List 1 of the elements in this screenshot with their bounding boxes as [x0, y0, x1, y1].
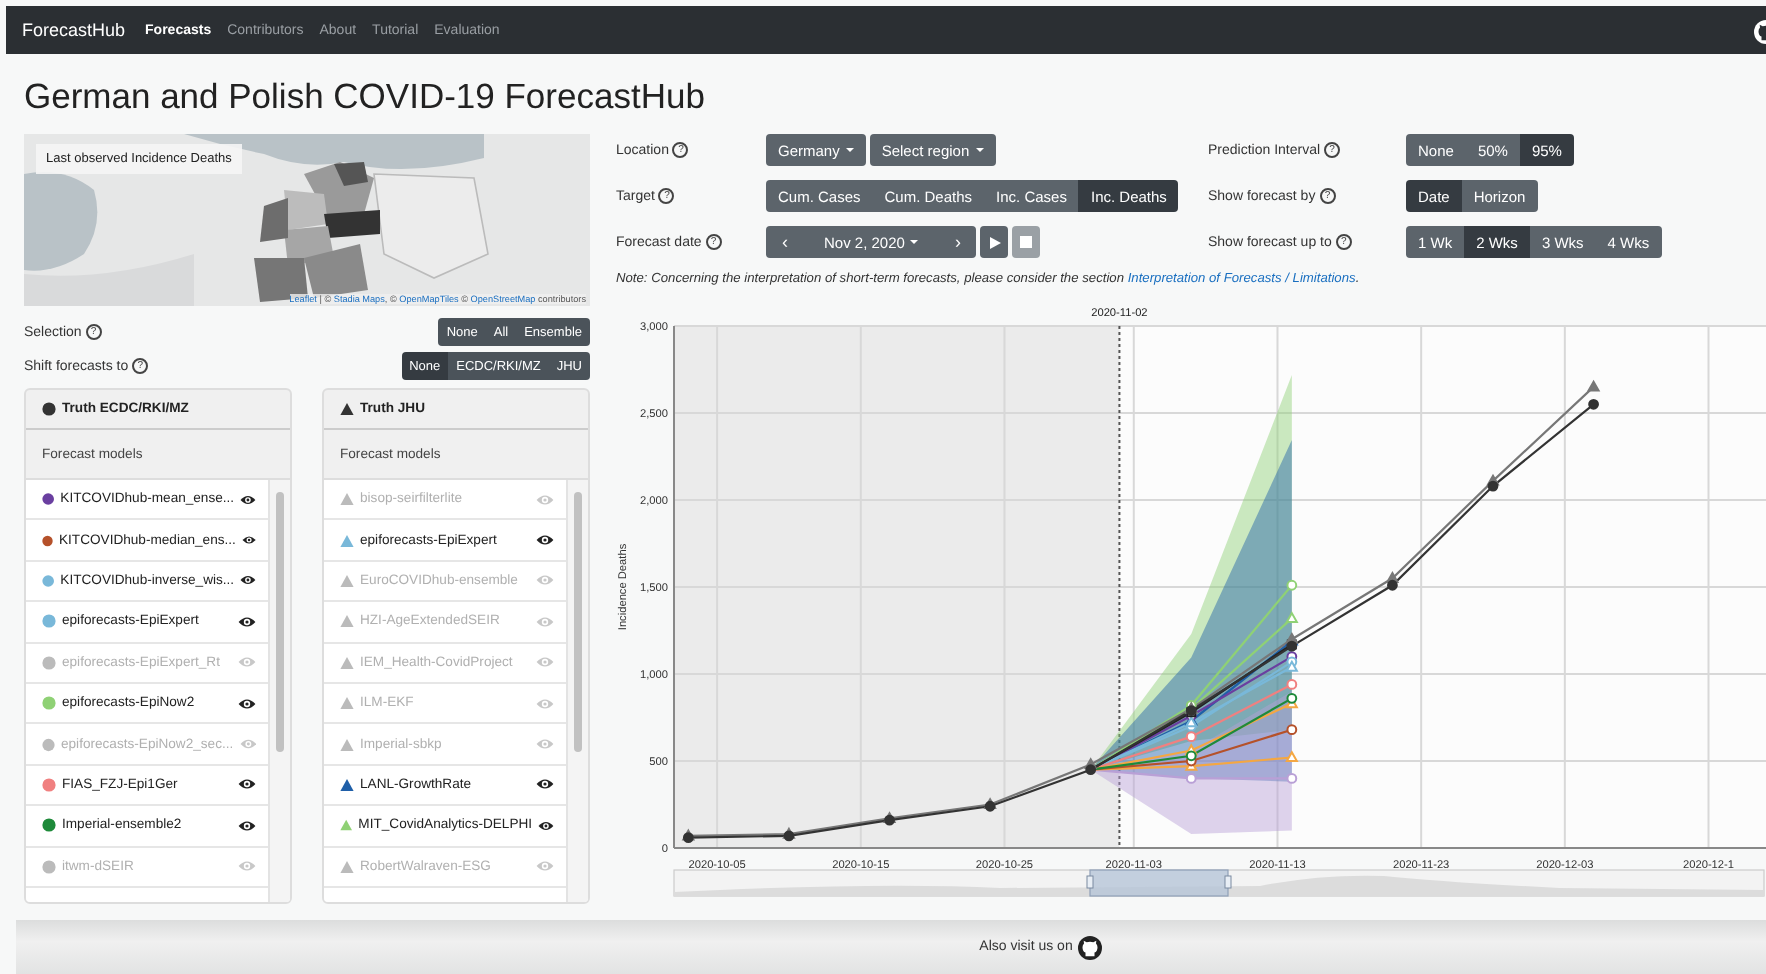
- page-title: German and Polish COVID-19 ForecastHub: [24, 74, 707, 118]
